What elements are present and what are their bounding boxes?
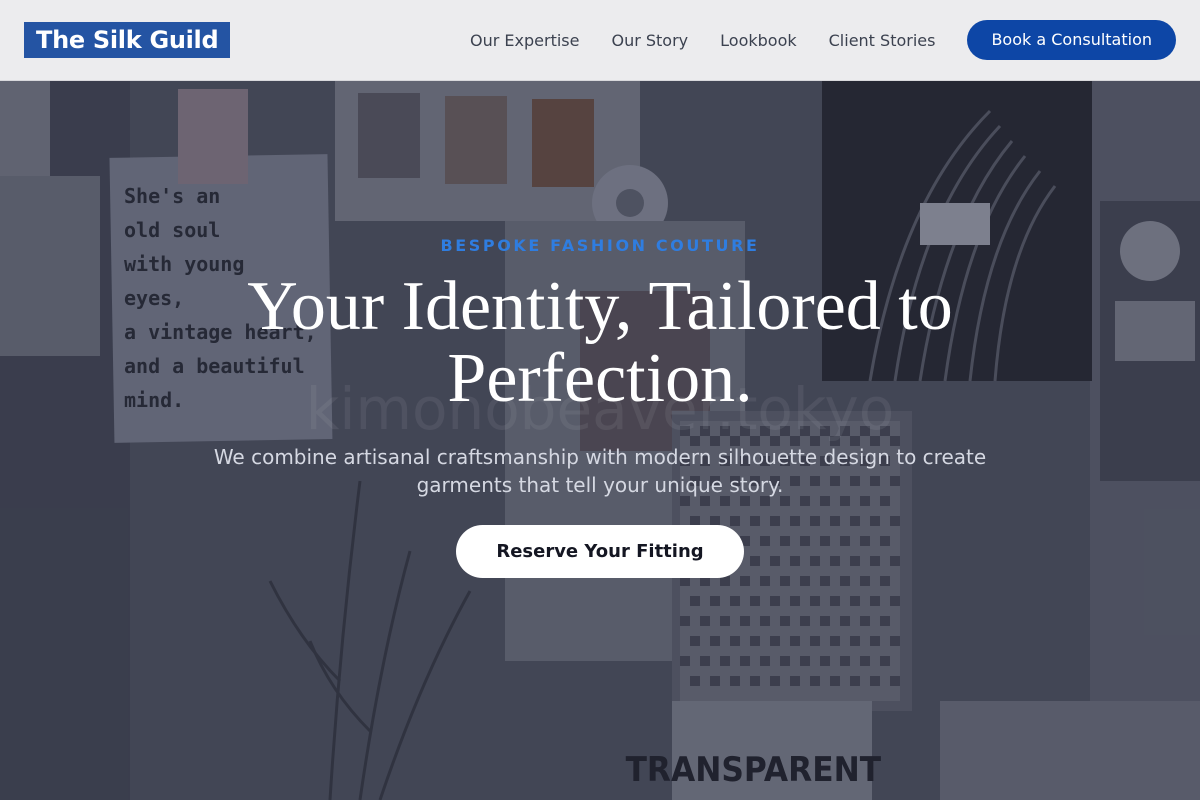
hero-eyebrow: BESPOKE FASHION COUTURE xyxy=(440,236,760,255)
site-header: The Silk Guild Our Expertise Our Story L… xyxy=(0,0,1200,81)
nav-link-our-expertise[interactable]: Our Expertise xyxy=(470,31,579,50)
hero-content: BESPOKE FASHION COUTURE Your Identity, T… xyxy=(0,81,1200,800)
hero-section: She's an old soul with young eyes, a vin… xyxy=(0,81,1200,800)
nav-link-lookbook[interactable]: Lookbook xyxy=(720,31,796,50)
hero-headline: Your Identity, Tailored to Perfection. xyxy=(247,268,953,417)
nav-link-our-story[interactable]: Our Story xyxy=(611,31,688,50)
nav-link-client-stories[interactable]: Client Stories xyxy=(829,31,936,50)
main-nav: Our Expertise Our Story Lookbook Client … xyxy=(470,20,1176,60)
hero-subheadline: We combine artisanal craftsmanship with … xyxy=(213,445,987,497)
book-consultation-button[interactable]: Book a Consultation xyxy=(967,20,1176,60)
brand-logo[interactable]: The Silk Guild xyxy=(24,22,231,58)
reserve-fitting-button[interactable]: Reserve Your Fitting xyxy=(456,525,744,578)
